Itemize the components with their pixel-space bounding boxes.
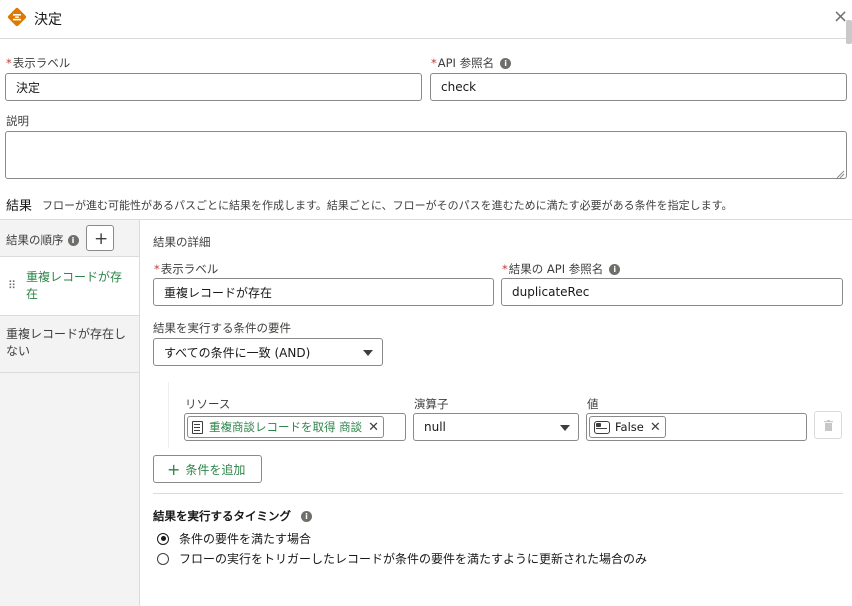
outcome-item[interactable]: 重複レコードが存在しない (0, 316, 139, 373)
remove-icon[interactable]: ✕ (650, 420, 661, 435)
plus-icon: + (167, 459, 181, 479)
drag-handle-icon[interactable]: ⠿ (8, 279, 16, 292)
operator-select[interactable]: null (413, 413, 579, 441)
outcomes-heading: 結果 (6, 199, 33, 214)
chevron-down-icon (363, 350, 373, 356)
operator-label: 演算子 (414, 397, 449, 411)
outcome-label-label: *表示ラベル (154, 262, 219, 276)
toggle-icon (594, 420, 610, 434)
condition-requirement-select[interactable]: すべての条件に一致 (AND) (153, 338, 383, 366)
outcome-api-name-input[interactable]: duplicateRec (501, 278, 843, 306)
header: 決定 × (0, 0, 852, 39)
resize-handle-icon[interactable] (836, 168, 845, 179)
outcome-api-name-label: *結果の API 参照名 i (502, 261, 621, 277)
description-label: 説明 (6, 114, 29, 128)
scrollbar[interactable] (846, 20, 852, 44)
api-name-label: *API 参照名 i (431, 55, 512, 71)
remove-icon[interactable]: ✕ (368, 420, 379, 435)
timing-heading: 結果を実行するタイミング i (153, 508, 312, 524)
label-field-label: *表示ラベル (6, 56, 71, 70)
resource-lookup[interactable]: 重複商談レコードを取得 商談 ✕ (184, 413, 406, 441)
divider (153, 493, 843, 494)
clipboard-icon (192, 420, 203, 434)
radio-icon[interactable] (157, 552, 169, 565)
info-icon[interactable]: i (301, 511, 312, 522)
delete-condition-button[interactable] (814, 411, 842, 439)
resource-pill[interactable]: 重複商談レコードを取得 商談 ✕ (187, 416, 385, 438)
outcome-item-label: 重複レコードが存在 (26, 270, 123, 301)
value-label: 値 (587, 397, 599, 411)
description-textarea[interactable] (5, 131, 847, 179)
add-outcome-button[interactable]: + (86, 225, 114, 251)
timing-option-updated-only[interactable]: フローの実行をトリガーしたレコードが条件の要件を満たすように更新された場合のみ (157, 550, 647, 567)
detail-heading: 結果の詳細 (153, 235, 211, 249)
value-lookup[interactable]: False ✕ (586, 413, 807, 441)
api-name-input[interactable]: check (430, 73, 847, 101)
trash-icon (824, 420, 833, 431)
resource-label: リソース (185, 397, 231, 411)
radio-selected-icon[interactable] (157, 532, 169, 545)
outcome-label-input[interactable]: 重複レコードが存在 (153, 278, 494, 306)
condition-requirement-label: 結果を実行する条件の要件 (153, 321, 291, 335)
outcome-item-label: 重複レコードが存在しない (6, 327, 127, 358)
outcome-order-label: 結果の順序 i (6, 232, 79, 248)
value-pill[interactable]: False ✕ (589, 416, 666, 438)
info-icon[interactable]: i (609, 264, 621, 275)
chevron-down-icon (560, 425, 570, 431)
outcome-item-selected[interactable]: ⠿ 重複レコードが存在 (0, 256, 139, 316)
label-input[interactable]: 決定 (5, 73, 422, 101)
outcomes-hint: フローが進む可能性があるパスごとに結果を作成します。結果ごとに、フローがそのパス… (42, 199, 733, 212)
info-icon[interactable]: i (67, 235, 79, 246)
add-condition-button[interactable]: + 条件を追加 (153, 455, 262, 483)
timing-option-requirements-met[interactable]: 条件の要件を満たす場合 (157, 530, 311, 547)
info-icon[interactable]: i (500, 58, 512, 69)
modal-title: 決定 (34, 12, 62, 28)
plus-icon: + (94, 229, 109, 249)
decision-icon (6, 6, 28, 28)
